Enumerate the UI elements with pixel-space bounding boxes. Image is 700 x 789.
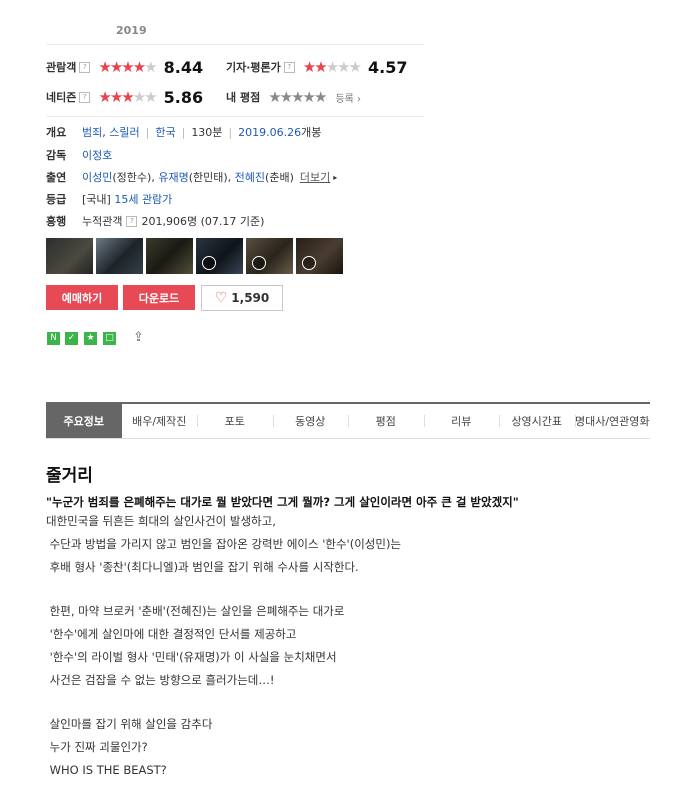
release-date-link[interactable]: 2019.06.26 (238, 126, 301, 139)
tab-cast-crew[interactable]: 배우/제작진 (122, 404, 198, 438)
cast-role: (정한수) (112, 171, 152, 184)
play-icon (202, 256, 216, 270)
play-icon (302, 256, 316, 270)
tab-showtimes[interactable]: 상영시간표 (499, 404, 575, 438)
photo-thumbnail[interactable] (46, 238, 93, 274)
director-key: 감독 (46, 149, 67, 162)
director-link[interactable]: 이정호 (82, 147, 112, 163)
netizen-rating: 네티즌 ? ★★★★★ 5.86 (46, 84, 203, 110)
video-thumbnail[interactable] (196, 238, 243, 274)
cast-role: (한민태) (188, 171, 228, 184)
synopsis-paragraph: 한편, 마약 브로커 '춘배'(전혜진)는 살인을 은폐해주는 대가로 '한수'… (49, 604, 345, 687)
check-share-icon[interactable]: ✓ (65, 332, 78, 345)
register-rating-link[interactable]: 등록 › (335, 90, 361, 105)
netizen-score: 5.86 (163, 87, 204, 107)
my-rating-stars[interactable]: ★★★★★ (268, 88, 327, 106)
cast-key: 출연 (46, 171, 67, 184)
grade-key: 등급 (46, 193, 67, 206)
naver-share-icon[interactable]: N (47, 332, 60, 345)
help-icon[interactable]: ? (126, 215, 138, 227)
cast-link[interactable]: 이성민 (82, 169, 112, 185)
box-office-row: 흥행 누적관객 ? 201,906명 (07.17 기준) (46, 211, 264, 231)
box-office-value: 201,906명 (141, 215, 198, 228)
box-office-label: 누적관객 (82, 215, 123, 228)
box-office-date: (07.17 기준) (200, 215, 265, 228)
overview-row: 개요 범죄, 스릴러 | 한국 | 130분 | 2019.06.26 개봉 (46, 124, 322, 140)
cast-link[interactable]: 전혜진 (235, 169, 265, 185)
photo-thumbnail[interactable] (146, 238, 193, 274)
synopsis-paragraph: 대한민국을 뒤흔든 희대의 살인사건이 발생하고, 수단과 방법을 가리지 않고… (46, 514, 402, 574)
cast-link[interactable]: 유재명 (158, 169, 188, 185)
divider (46, 116, 424, 117)
critic-label: 기자·평론가 (226, 61, 281, 74)
director-row: 감독 이정호 (46, 145, 112, 165)
cast-role: (춘배) (265, 171, 294, 184)
like-count: 1,590 (231, 291, 270, 305)
genre-link[interactable]: 범죄 (82, 124, 102, 140)
release-suffix: 개봉 (301, 126, 322, 139)
help-icon[interactable]: ? (79, 61, 91, 73)
help-icon[interactable]: ? (283, 61, 295, 73)
my-rating-label: 내 평점 (226, 91, 261, 104)
synopsis-heading: 줄거리 (46, 466, 93, 486)
country-link[interactable]: 한국 (155, 124, 175, 140)
genre-link[interactable]: 스릴러 (109, 124, 139, 140)
synopsis-tagline: "누군가 범죄를 은폐해주는 대가로 뭘 받았다면 그게 뭘까? 그게 살인이라… (46, 495, 519, 509)
video-thumbnail[interactable] (296, 238, 343, 274)
audience-stars: ★★★★★ (98, 58, 157, 76)
tab-main-info[interactable]: 주요정보 (46, 404, 122, 438)
like-button[interactable]: ♡ 1,590 (201, 285, 283, 311)
more-cast-link[interactable]: 더보기 (300, 169, 330, 185)
audience-score: 8.44 (163, 57, 204, 77)
cast-row: 출연 이성민 (정한수), 유재명 (한민태), 전혜진 (춘배) 더보기 ▸ (46, 169, 338, 185)
tab-ratings[interactable]: 평점 (348, 404, 424, 438)
grade-row: 등급 [국내] 15세 관람가 (46, 189, 172, 209)
audience-label: 관람객 (46, 61, 77, 74)
box-office-key: 흥행 (46, 215, 67, 228)
tab-videos[interactable]: 동영상 (272, 404, 349, 438)
synopsis-paragraph: 살인마를 잡기 위해 살인을 감추다 누가 진짜 괴물인가? WHO IS TH… (49, 717, 213, 777)
audience-rating: 관람객 ? ★★★★★ 8.44 (46, 54, 203, 80)
critic-score: 4.57 (368, 57, 408, 77)
help-icon[interactable]: ? (79, 91, 91, 103)
tab-photos[interactable]: 포토 (197, 404, 273, 438)
heart-icon: ♡ (214, 290, 228, 306)
critic-stars: ★★★★★ (302, 58, 362, 76)
share-icon[interactable]: ⇪ (133, 330, 144, 345)
tab-quotes-related[interactable]: 명대사/연관영화 (574, 404, 651, 438)
runtime: 130분 (191, 126, 223, 139)
tab-bar: 주요정보 배우/제작진 포토 동영상 평점 리뷰 상영시간표 명대사/연관영화 (46, 402, 650, 439)
critic-rating: 기자·평론가 ? ★★★★★ 4.57 (226, 54, 408, 80)
grade-link[interactable]: 15세 관람가 (114, 191, 172, 207)
video-thumbnail[interactable] (246, 238, 293, 274)
release-year: 2019 (116, 24, 147, 37)
divider (46, 44, 424, 45)
download-button[interactable]: 다운로드 (123, 285, 195, 310)
reserve-button[interactable]: 예매하기 (46, 285, 118, 310)
photo-thumbnail[interactable] (96, 238, 143, 274)
play-icon (252, 256, 266, 270)
grade-region: [국내] (82, 193, 111, 206)
netizen-stars: ★★★★★ (98, 88, 157, 106)
my-rating: 내 평점 ★★★★★ 등록 › (226, 84, 361, 110)
square-share-icon[interactable]: □ (103, 332, 116, 345)
tab-reviews[interactable]: 리뷰 (423, 404, 500, 438)
overview-key: 개요 (46, 126, 67, 139)
star-share-icon[interactable]: ★ (84, 332, 97, 345)
netizen-label: 네티즌 (46, 91, 77, 104)
